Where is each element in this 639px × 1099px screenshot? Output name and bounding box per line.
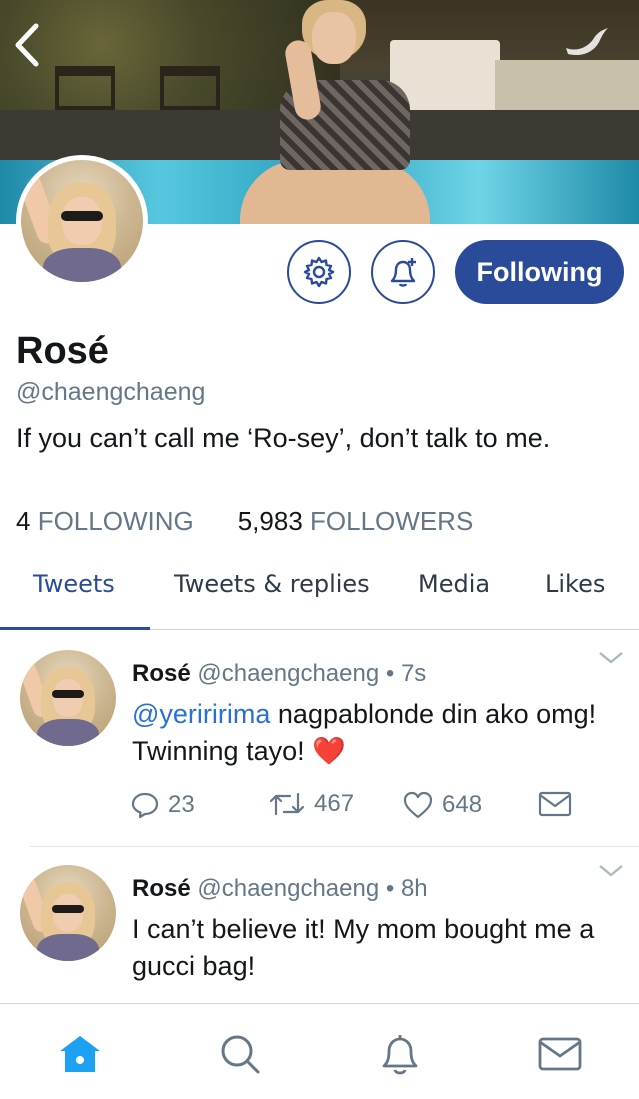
tweet-avatar[interactable] — [20, 650, 116, 746]
tweet[interactable]: Rosé @chaengchaeng • 7s @yeriririma nagp… — [0, 630, 639, 846]
followers-count: 5,983 — [237, 506, 303, 536]
followers-stat[interactable]: 5,983 FOLLOWERS — [238, 506, 474, 536]
tweet-author-name[interactable]: Rosé — [132, 660, 191, 687]
home-icon — [60, 1036, 100, 1072]
following-label: FOLLOWING — [37, 506, 194, 536]
heart-icon — [403, 791, 433, 819]
chevron-down-icon[interactable] — [598, 650, 624, 666]
reply-count: 23 — [168, 791, 195, 818]
tweet-author-name[interactable]: Rosé — [132, 875, 191, 902]
banner-wall-2 — [495, 60, 639, 110]
followers-label: FOLLOWERS — [310, 506, 474, 536]
tweet-header: Rosé @chaengchaeng • 7s — [132, 660, 426, 688]
nav-notifications[interactable] — [376, 1030, 424, 1078]
tweet-actions: 23 467 648 — [130, 790, 600, 830]
gear-icon — [303, 256, 335, 288]
tab-tweets[interactable]: Tweets — [33, 570, 115, 598]
tab-media[interactable]: Media — [418, 570, 490, 598]
settings-button[interactable] — [287, 240, 351, 304]
retweet-button[interactable]: 467 — [268, 790, 354, 818]
banner-chair — [160, 66, 220, 110]
nav-messages[interactable] — [536, 1030, 584, 1078]
nav-home[interactable] — [56, 1030, 104, 1078]
bottom-nav — [0, 1003, 639, 1099]
retweet-icon — [269, 792, 305, 816]
tweet-text: I can’t believe it! My mom bought me a g… — [132, 914, 595, 981]
retweet-count: 467 — [314, 790, 355, 817]
following-stat[interactable]: 4 FOLLOWING — [16, 506, 194, 536]
reply-icon — [131, 792, 159, 819]
tweet-mention[interactable]: @yeriririma — [132, 699, 270, 729]
mail-icon — [538, 1037, 582, 1071]
tab-likes[interactable]: Likes — [545, 570, 605, 598]
following-count: 4 — [16, 506, 31, 536]
bell-plus-icon — [390, 258, 416, 287]
chevron-left-icon — [15, 23, 39, 67]
profile-handle: @chaengchaeng — [16, 378, 206, 406]
tweet-meta: @chaengchaeng • 7s — [197, 660, 427, 687]
notify-button[interactable] — [371, 240, 435, 304]
bell-icon — [382, 1035, 418, 1075]
search-icon — [221, 1035, 260, 1074]
tab-tweets-replies[interactable]: Tweets & replies — [174, 570, 370, 598]
like-button[interactable]: 648 — [402, 790, 482, 820]
banner-person — [240, 0, 430, 224]
mail-icon — [538, 791, 572, 817]
reply-button[interactable]: 23 — [130, 790, 195, 820]
tweet-avatar[interactable] — [20, 865, 116, 961]
profile-bio: If you can’t call me ‘Ro-sey’, don’t tal… — [16, 423, 551, 453]
profile-avatar[interactable] — [16, 155, 148, 287]
banner-chair — [55, 66, 115, 110]
chevron-down-icon[interactable] — [598, 863, 624, 879]
tweet-header: Rosé @chaengchaeng • 8h — [132, 875, 428, 903]
tweet-meta: @chaengchaeng • 8h — [197, 875, 428, 902]
twitter-bird-button[interactable] — [562, 22, 612, 62]
back-button[interactable] — [12, 22, 48, 72]
tweet[interactable]: Rosé @chaengchaeng • 8h I can’t believe … — [0, 847, 639, 1003]
dm-share-button[interactable] — [538, 790, 580, 818]
display-name: Rosé — [16, 330, 109, 372]
nav-search[interactable] — [216, 1030, 264, 1078]
tweet-text: @yeriririma nagpablonde din ako omg! Twi… — [132, 699, 597, 766]
twitter-bird-icon — [566, 28, 608, 56]
profile-stats: 4 FOLLOWING 5,983 FOLLOWERS — [16, 506, 473, 537]
like-count: 648 — [442, 791, 483, 818]
following-button[interactable]: Following — [455, 240, 624, 304]
profile-tabs: Tweets Tweets & replies Media Likes — [0, 560, 639, 630]
